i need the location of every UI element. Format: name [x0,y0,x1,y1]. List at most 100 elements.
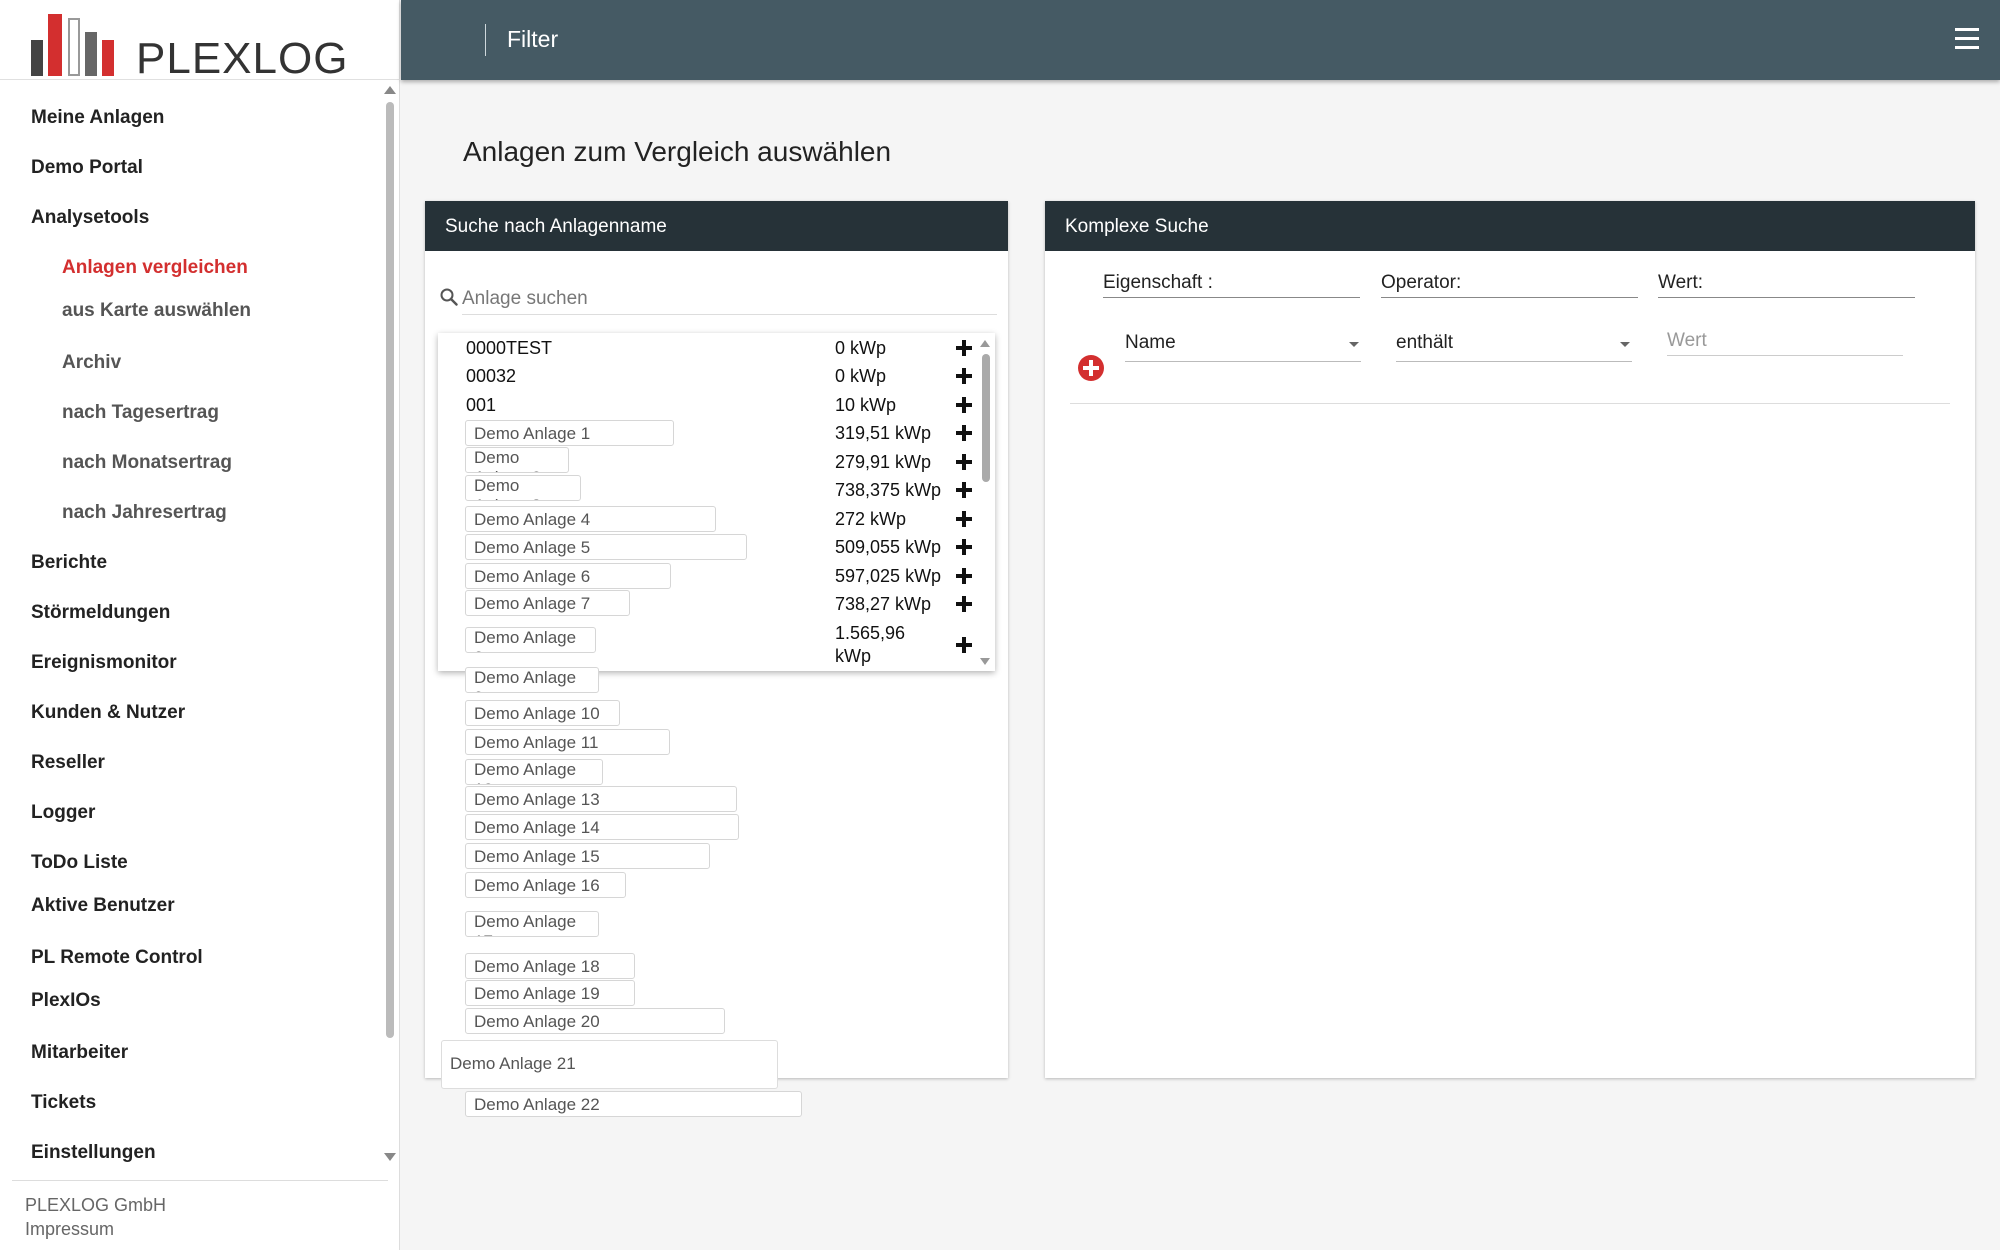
nav-demo-portal[interactable]: Demo Portal [31,157,143,179]
result-kwp: 597,025 kWp [835,566,942,586]
plant-name-label: Demo Anlage 17 [465,911,599,937]
nav-analysetools[interactable]: Analysetools [31,207,149,229]
operator-select-value: enthält [1396,332,1454,353]
add-plant-icon[interactable] [956,368,972,384]
page-title: Anlagen zum Vergleich auswählen [463,136,892,167]
nav-nach-tagesertrag[interactable]: nach Tagesertrag [62,402,219,424]
plant-name-label: Demo Anlage 3 [465,475,581,501]
add-plant-icon[interactable] [956,568,972,584]
property-column-label: Eigenschaft : [1103,272,1360,298]
plant-name-label: Demo Anlage 22 [465,1091,802,1117]
plant-name-label: Demo Anlage 5 [465,534,747,560]
plant-name-label: Demo Anlage 21 [441,1040,778,1089]
plant-search-input[interactable] [462,283,997,315]
divider [12,1180,388,1181]
add-plant-icon[interactable] [956,425,972,441]
plant-name-label: Demo Anlage 1 [465,420,674,446]
result-kwp: 319,51 kWp [835,423,932,443]
nav-tickets[interactable]: Tickets [31,1092,96,1114]
plant-name-label: Demo Anlage 20 [465,1008,725,1034]
nav-anlagen-vergleichen[interactable]: Anlagen vergleichen [62,257,248,279]
plexlog-logo[interactable]: PLEXLOG [28,6,347,83]
add-plant-icon[interactable] [956,454,972,470]
results-scrollbar[interactable] [982,354,990,482]
plant-name-label: Demo Anlage 13 [465,786,737,812]
footer-impressum-link[interactable]: Impressum [25,1219,114,1240]
nav-nach-monatsertrag[interactable]: nach Monatsertrag [62,452,232,474]
add-plant-icon[interactable] [956,637,972,653]
nav-aktive-benutzer[interactable]: Aktive Benutzer [31,895,175,917]
operator-select[interactable]: enthält [1396,328,1632,362]
footer-company: PLEXLOG GmbH [25,1195,167,1215]
name-search-card-title: Suche nach Anlagenname [425,201,1008,251]
plant-name-label: Demo Anlage 2 [465,447,569,473]
plant-name-label: Demo Anlage 11 [465,729,670,755]
add-plant-icon[interactable] [956,539,972,555]
result-kwp: 0 kWp [835,338,887,358]
value-input[interactable] [1667,326,1903,356]
add-plant-icon[interactable] [956,340,972,356]
plant-name-label: Demo Anlage 6 [465,563,671,589]
property-select-value: Name [1125,332,1176,353]
plant-name-label: Demo Anlage 16 [465,872,626,898]
logo-bar [102,40,114,76]
nav-einstellungen[interactable]: Einstellungen [31,1142,156,1164]
plant-name-label: Demo Anlage 8 [465,627,596,653]
scroll-down-arrow-icon[interactable] [384,1153,396,1161]
result-kwp: 1.565,96 kWp [835,623,906,666]
logo-bar [68,18,80,76]
value-column-label: Wert: [1658,272,1915,298]
add-plant-icon[interactable] [956,596,972,612]
result-kwp: 10 kWp [835,395,897,415]
complex-search-card-title: Komplexe Suche [1045,201,1975,251]
logo-text: PLEXLOG [136,34,349,83]
result-name[interactable]: 0000TEST [466,338,552,359]
nav-stoermeldungen[interactable]: Störmeldungen [31,602,170,624]
chevron-down-icon [1620,342,1630,347]
result-name[interactable]: 00032 [466,366,516,387]
nav-meine-anlagen[interactable]: Meine Anlagen [31,107,164,129]
result-kwp: 738,27 kWp [835,594,932,614]
add-plant-icon[interactable] [956,482,972,498]
hamburger-menu-icon[interactable] [1955,28,1979,50]
scroll-up-arrow-icon[interactable] [384,86,396,94]
sidebar: PLEXLOG Meine Anlagen Demo Portal Analys… [0,0,400,1250]
divider [0,79,400,80]
nav-berichte[interactable]: Berichte [31,552,107,574]
logo-bar [48,14,62,76]
nav-mitarbeiter[interactable]: Mitarbeiter [31,1042,128,1064]
add-condition-icon[interactable] [1078,355,1104,381]
divider [1070,403,1950,404]
nav-reseller[interactable]: Reseller [31,752,105,774]
sidebar-scrollbar[interactable] [386,102,394,1038]
plant-name-label: Demo Anlage 18 [465,953,635,979]
result-kwp: 0 kWp [835,366,887,386]
header-divider [485,24,486,56]
nav-nach-jahresertrag[interactable]: nach Jahresertrag [62,502,227,524]
nav-plexios[interactable]: PlexIOs [31,990,101,1012]
top-bar [401,0,2000,80]
nav-kunden-nutzer[interactable]: Kunden & Nutzer [31,702,185,724]
plant-name-label: Demo Anlage 4 [465,506,716,532]
property-select[interactable]: Name [1125,328,1361,362]
nav-aus-karte-auswaehlen[interactable]: aus Karte auswählen [62,300,251,322]
result-kwp: 279,91 kWp [835,452,932,472]
nav-logger[interactable]: Logger [31,802,95,824]
operator-column-label: Operator: [1381,272,1638,298]
add-plant-icon[interactable] [956,511,972,527]
result-name[interactable]: 001 [466,395,496,416]
nav-todo-liste[interactable]: ToDo Liste [31,852,128,874]
nav-pl-remote-control[interactable]: PL Remote Control [31,947,203,969]
results-scroll-down-icon[interactable] [980,658,990,665]
result-kwp: 738,375 kWp [835,480,942,500]
logo-bar [31,40,43,76]
plant-name-label: Demo Anlage 12 [465,759,603,785]
plant-name-label: Demo Anlage 9 [465,667,599,693]
results-scroll-up-icon[interactable] [980,340,990,347]
nav-archiv[interactable]: Archiv [62,352,121,374]
chevron-down-icon [1349,342,1359,347]
header-title: Filter [507,26,559,52]
nav-ereignismonitor[interactable]: Ereignismonitor [31,652,177,674]
add-plant-icon[interactable] [956,397,972,413]
logo-bar [85,32,97,76]
